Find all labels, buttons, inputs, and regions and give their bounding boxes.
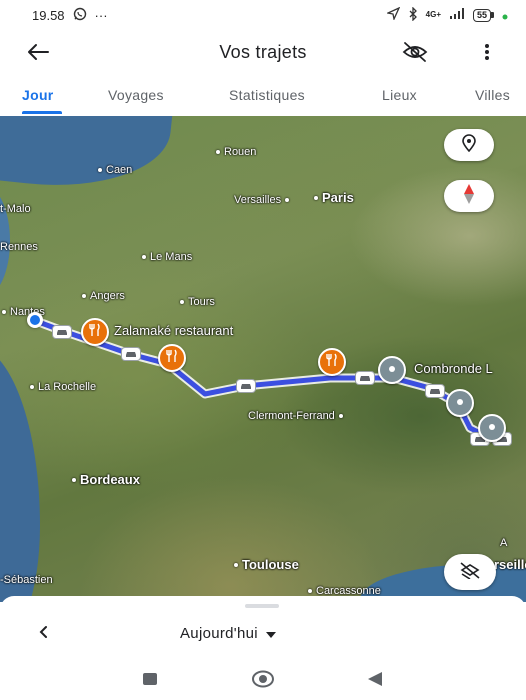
status-time: 19.58: [32, 7, 65, 23]
hide-route-button[interactable]: [444, 554, 496, 590]
place-stop-pin[interactable]: [478, 414, 506, 442]
map-view[interactable]: Rouen Caen t-Malo Versailles Paris Renne…: [0, 116, 526, 602]
car-icon[interactable]: [425, 384, 445, 398]
signal-icon: [449, 7, 465, 23]
caret-down-icon: [265, 625, 276, 642]
whatsapp-icon: [73, 7, 87, 24]
nav-back-icon: [367, 671, 383, 692]
recents-icon: [142, 672, 158, 691]
start-location-dot[interactable]: [27, 312, 43, 328]
more-vert-icon: [484, 43, 490, 66]
place-stop-pin[interactable]: [446, 389, 474, 417]
tab-villes[interactable]: Villes: [475, 87, 510, 103]
bluetooth-icon: [408, 5, 418, 24]
compass-button[interactable]: [444, 180, 494, 212]
place-stop-pin[interactable]: [378, 356, 406, 384]
home-button[interactable]: [248, 670, 278, 692]
page-title: Vos trajets: [219, 42, 307, 62]
fork-knife-icon: [166, 349, 178, 368]
home-icon: [251, 670, 275, 693]
restaurant-label[interactable]: Zalamaké restaurant: [114, 323, 233, 338]
battery-tip: [491, 12, 494, 18]
sheet-drag-handle[interactable]: [245, 604, 279, 608]
app-bar: Vos trajets: [0, 32, 526, 76]
place-pin-icon: [487, 419, 497, 437]
battery-level: 55: [472, 8, 491, 22]
charging-dot-icon: [502, 8, 508, 23]
date-selector[interactable]: Aujourd'hui: [180, 620, 276, 646]
car-icon[interactable]: [355, 371, 375, 385]
tab-lieux[interactable]: Lieux: [382, 87, 417, 103]
recents-button[interactable]: [135, 670, 165, 692]
combronde-label[interactable]: Combronde L: [414, 361, 493, 376]
layers-off-icon: [459, 561, 481, 584]
fork-knife-icon: [89, 323, 101, 342]
previous-day-button[interactable]: [30, 622, 56, 646]
more-notifications-icon: ···: [94, 7, 108, 23]
status-bar: 19.58 ··· 4G+ 55: [0, 0, 526, 30]
my-location-button[interactable]: [444, 129, 494, 161]
compass-icon: [463, 183, 475, 210]
back-button[interactable]: [22, 40, 54, 68]
location-off-icon: [401, 41, 429, 68]
restaurant-stop-pin[interactable]: [81, 318, 109, 346]
tab-voyages[interactable]: Voyages: [108, 87, 164, 103]
location-history-toggle-button[interactable]: [398, 40, 432, 68]
chevron-left-icon: [38, 625, 48, 644]
arrow-back-icon: [27, 43, 49, 66]
tab-bar: Jour Voyages Statistiques Lieux Villes: [0, 80, 526, 114]
place-pin-icon: [387, 361, 397, 379]
nav-back-button[interactable]: [360, 670, 390, 692]
car-icon[interactable]: [52, 325, 72, 339]
car-icon[interactable]: [121, 347, 141, 361]
active-tab-indicator: [22, 111, 62, 114]
car-icon[interactable]: [236, 379, 256, 393]
date-label: Aujourd'hui: [180, 624, 258, 642]
restaurant-stop-pin[interactable]: [318, 348, 346, 376]
restaurant-stop-pin[interactable]: [158, 344, 186, 372]
navigation-arrow-icon: [385, 6, 400, 23]
location-pin-icon: [461, 133, 477, 157]
tab-jour[interactable]: Jour: [22, 87, 54, 103]
more-options-button[interactable]: [474, 40, 500, 68]
battery-indicator: 55: [472, 8, 494, 22]
place-pin-icon: [455, 394, 465, 412]
tab-statistiques[interactable]: Statistiques: [229, 87, 305, 103]
system-nav-bar: [0, 662, 526, 700]
fork-knife-icon: [326, 353, 338, 372]
bottom-sheet: Aujourd'hui: [0, 596, 526, 666]
network-indicator: 4G+: [425, 10, 441, 19]
